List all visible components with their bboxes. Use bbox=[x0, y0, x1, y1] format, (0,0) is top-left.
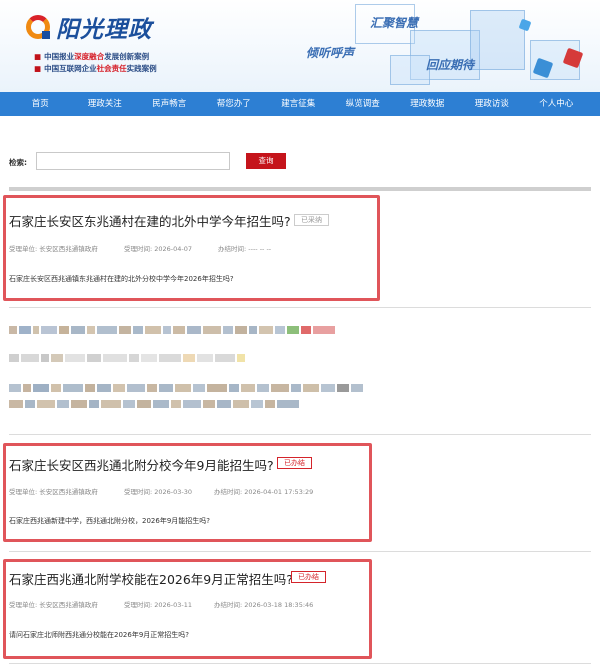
item-handled-time: 办结时间: 2026-03-18 18:35:46 bbox=[214, 601, 314, 609]
site-logo[interactable]: 阳光理政 bbox=[26, 12, 152, 43]
slogan-3: 回应期待 bbox=[426, 58, 475, 72]
redacted-title bbox=[9, 326, 337, 334]
item-title[interactable]: 石家庄长安区西兆通北附分校今年9月能招生吗? bbox=[9, 455, 274, 474]
nav-item-suggestions[interactable]: 建言征集 bbox=[266, 92, 331, 116]
nav-item-survey[interactable]: 纵览调查 bbox=[331, 92, 396, 116]
nav-item-helped[interactable]: 帮您办了 bbox=[202, 92, 267, 116]
divider bbox=[9, 434, 591, 435]
item-description[interactable]: 请问石家庄北师附西兆通分校能在2026年9月正常招生吗? bbox=[9, 630, 189, 640]
nav-item-home[interactable]: 首页 bbox=[8, 92, 73, 116]
search-button[interactable]: 查询 bbox=[246, 153, 286, 169]
slogan-1: 汇聚智慧 bbox=[370, 16, 419, 30]
nav-item-data[interactable]: 理政数据 bbox=[395, 92, 460, 116]
item-handled-time: 办结时间: 2026-04-01 17:53:29 bbox=[214, 488, 314, 496]
tagline-1: ■ 中国报业深度融合发展创新案例 bbox=[34, 52, 150, 61]
slogan-2: 倾听呼声 bbox=[306, 46, 355, 60]
main-nav: 首页 理政关注 民声畅言 帮您办了 建言征集 纵览调查 理政数据 理政访谈 个人… bbox=[0, 92, 600, 116]
item-unit: 受理单位: 长安区西兆通镇政府 bbox=[9, 488, 98, 496]
redacted-meta bbox=[9, 354, 247, 362]
nav-item-focus[interactable]: 理政关注 bbox=[73, 92, 138, 116]
nav-item-profile[interactable]: 个人中心 bbox=[524, 92, 589, 116]
decor-square bbox=[470, 10, 525, 70]
divider bbox=[9, 307, 591, 308]
divider bbox=[9, 663, 591, 664]
divider bbox=[9, 187, 591, 191]
logo-text: 阳光理政 bbox=[56, 17, 152, 43]
status-badge: 已采纳 bbox=[294, 214, 329, 226]
header-banner: 阳光理政 ■ 中国报业深度融合发展创新案例 ■ 中国互联网企业社会责任实践案例 汇聚… bbox=[0, 0, 600, 92]
redacted-desc-2 bbox=[9, 400, 301, 408]
item-accepted-time: 受理时间: 2026-03-30 bbox=[124, 488, 193, 496]
nav-item-interview[interactable]: 理政访谈 bbox=[460, 92, 525, 116]
divider bbox=[9, 551, 591, 552]
item-accepted-time: 受理时间: 2026-03-11 bbox=[124, 601, 193, 609]
search-label: 检索: bbox=[9, 158, 27, 167]
decor-square bbox=[390, 55, 430, 85]
item-title[interactable]: 石家庄长安区东兆通村在建的北外中学今年招生吗? bbox=[9, 211, 291, 230]
item-description[interactable]: 石家庄西兆通新建中学，西兆通北附分校，2026年9月能招生吗? bbox=[9, 516, 210, 526]
redacted-desc-1 bbox=[9, 384, 365, 392]
nav-item-voice[interactable]: 民声畅言 bbox=[137, 92, 202, 116]
item-unit: 受理单位: 长安区西兆通镇政府 bbox=[9, 245, 98, 253]
item-description[interactable]: 石家庄长安区西兆通镇东兆通村在建的北外分校中学今年2026年招生吗? bbox=[9, 274, 234, 284]
item-title[interactable]: 石家庄西兆通北附学校能在2026年9月正常招生吗? bbox=[9, 569, 293, 588]
logo-icon bbox=[26, 15, 50, 39]
status-badge: 已办结 bbox=[277, 457, 312, 469]
item-accepted-time: 受理时间: 2026-04-07 bbox=[124, 245, 193, 253]
tagline-2: ■ 中国互联网企业社会责任实践案例 bbox=[34, 64, 157, 73]
status-badge: 已办结 bbox=[291, 571, 326, 583]
item-unit: 受理单位: 长安区西兆通镇政府 bbox=[9, 601, 98, 609]
search-input[interactable] bbox=[36, 152, 230, 170]
item-handled-time: 办结时间: ---- -- -- bbox=[218, 245, 272, 253]
